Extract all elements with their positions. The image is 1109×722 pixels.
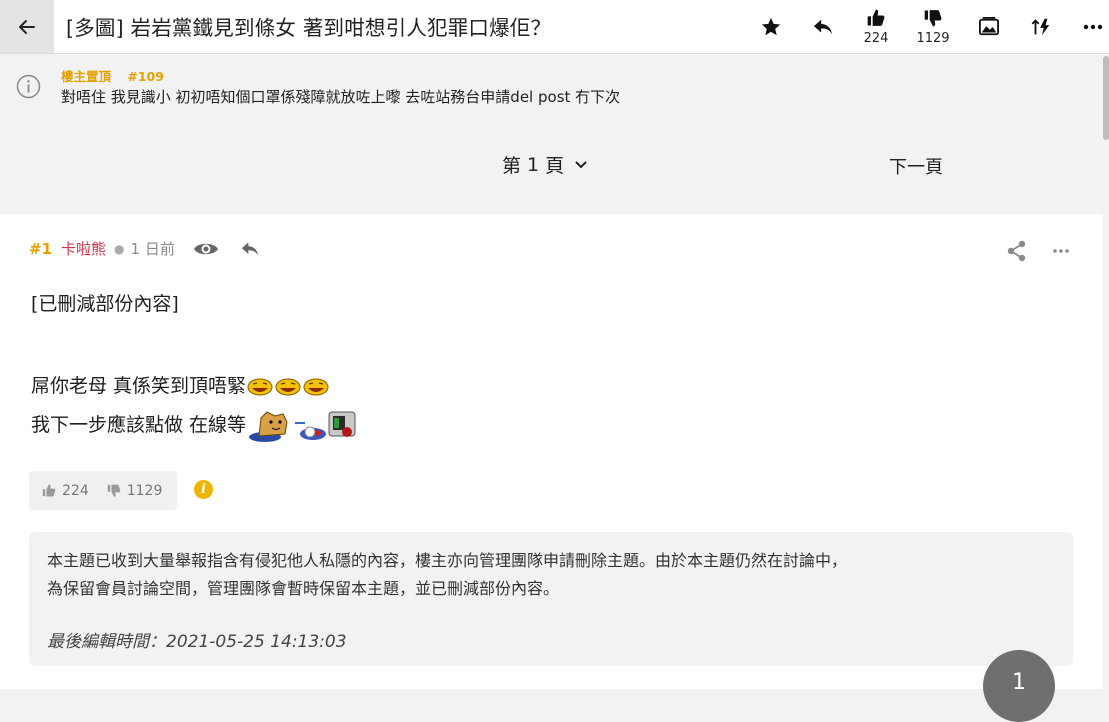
chevron-down-icon xyxy=(575,160,587,168)
page-number: 1 xyxy=(527,153,540,176)
post-like-button[interactable]: 224 xyxy=(41,483,89,499)
notice-text-line-1: 本主題已收到大量舉報指含有侵犯他人私隱的內容，樓主亦向管理團隊申請刪除主題。由於… xyxy=(47,551,848,570)
post-line: [已刪減部份內容] xyxy=(31,293,179,315)
dislike-count: 1129 xyxy=(916,30,950,46)
post-line: 我下一步應該點做 在線等 xyxy=(31,408,359,443)
thumbs-down-icon xyxy=(924,9,942,26)
thumbs-down-icon xyxy=(107,484,121,497)
post-dislike-button[interactable]: 1129 xyxy=(106,482,163,499)
pinned-meta: 樓主置頂 #109 xyxy=(61,66,176,85)
share-icon[interactable] xyxy=(1007,240,1027,262)
info-icon-wrap xyxy=(16,74,41,103)
post-card: #1 卡啦熊 ● 1 日前 [已刪減部份內容] 屌你老母 真係笑到頂唔緊 我下一… xyxy=(0,214,1103,689)
image-mode-button[interactable] xyxy=(977,0,1001,53)
post-header: #1 卡啦熊 ● 1 日前 xyxy=(29,238,261,259)
back-arrow-icon xyxy=(19,19,35,34)
post-vote-box: 224 1129 xyxy=(29,471,177,510)
moderation-notice: 本主題已收到大量舉報指含有侵犯他人私隱的內容，樓主亦向管理團隊申請刪除主題。由於… xyxy=(29,532,1073,666)
sort-flash-icon xyxy=(1031,18,1050,35)
post-info-badge[interactable]: i xyxy=(194,480,213,499)
page-selector[interactable]: 第 1 頁 xyxy=(502,151,588,178)
like-topic-button[interactable]: 224 xyxy=(860,0,892,53)
page-suffix: 頁 xyxy=(545,155,565,177)
more-icon[interactable] xyxy=(1052,248,1070,254)
pinned-floor-link[interactable]: #109 xyxy=(127,69,164,84)
notice-text-line-2: 為保留會員討論空間，管理團隊會暫時保留本主題，並已刪減部份內容。 xyxy=(47,579,560,598)
thumbs-up-icon xyxy=(867,9,885,26)
reply-icon xyxy=(813,19,833,34)
post-line: 屌你老母 真係笑到頂唔緊 xyxy=(31,374,359,399)
post-username[interactable]: 卡啦熊 xyxy=(61,238,106,259)
laugh-emoji-icon xyxy=(247,378,329,396)
back-button[interactable] xyxy=(0,0,54,53)
dislike-topic-button[interactable]: 1129 xyxy=(913,0,953,53)
pinned-message: 樓主置頂 #109 對唔住 我見識小 初初唔知個口罩係殘障就放咗上嚟 去咗站務台… xyxy=(0,54,1109,214)
reply-icon[interactable] xyxy=(239,240,261,258)
page-title: [多圖] 岩岩黨鐵見到條女 著到咁想引人犯罪口爆佢？ xyxy=(66,16,552,40)
pinned-text: 對唔住 我見識小 初初唔知個口罩係殘障就放咗上嚟 去咗站務台申請del post… xyxy=(61,88,621,106)
post-number: #1 xyxy=(29,239,53,258)
floating-page-button[interactable]: 1 xyxy=(983,650,1055,722)
last-edit-time: 最後編輯時間：2021-05-25 14:13:03 xyxy=(47,632,347,652)
next-page-link[interactable]: 下一頁 xyxy=(889,153,943,179)
top-bar: [多圖] 岩岩黨鐵見到條女 著到咁想引人犯罪口爆佢？ 224 1129 xyxy=(0,0,1109,54)
thumbs-up-icon xyxy=(42,484,56,497)
reply-button[interactable] xyxy=(810,0,836,53)
more-options-button[interactable] xyxy=(1081,0,1105,53)
scrollbar-thumb[interactable] xyxy=(1103,56,1109,140)
bookmark-button[interactable] xyxy=(759,0,783,53)
post-body: [已刪減部份內容] 屌你老母 真係笑到頂唔緊 我下一步應該點做 在線等 xyxy=(31,292,359,452)
eye-icon[interactable] xyxy=(193,240,219,258)
info-icon xyxy=(16,74,41,99)
sort-button[interactable] xyxy=(1029,0,1053,53)
separator-dot: ● xyxy=(114,241,125,256)
post-dislike-count: 1129 xyxy=(126,482,163,499)
post-like-count: 224 xyxy=(62,482,89,499)
image-icon xyxy=(979,16,999,35)
post-time: 1 日前 xyxy=(130,240,175,258)
more-icon xyxy=(1083,24,1103,29)
page-prefix: 第 xyxy=(502,155,522,177)
pinned-label: 樓主置頂 xyxy=(61,69,112,84)
dog-emoji-icon xyxy=(249,411,356,443)
like-count: 224 xyxy=(863,30,889,46)
star-icon xyxy=(761,17,781,35)
